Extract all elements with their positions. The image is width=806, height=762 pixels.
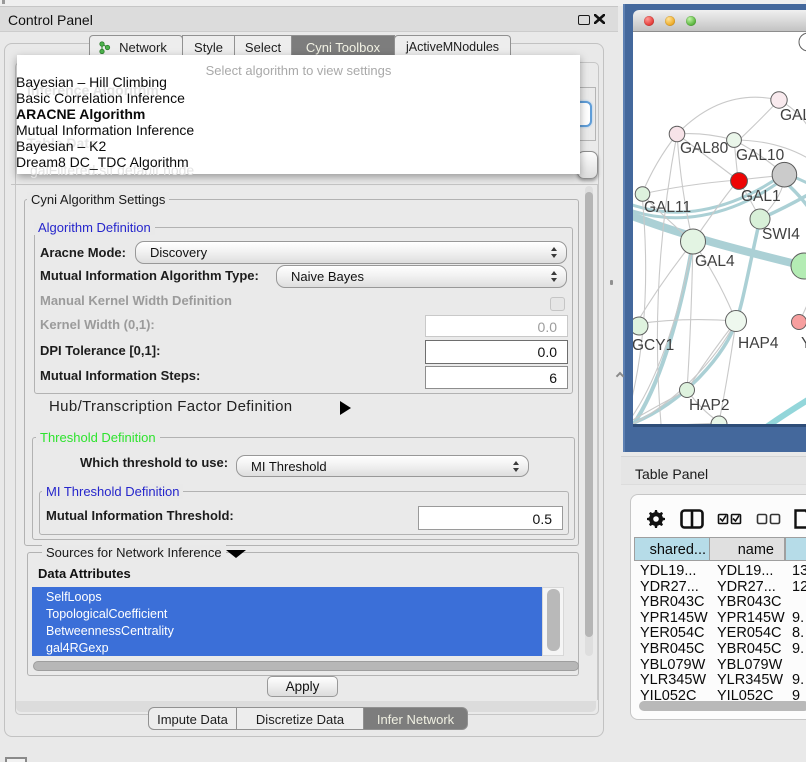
svg-text:GAL1: GAL1: [741, 188, 781, 205]
svg-text:GAL10: GAL10: [736, 147, 785, 164]
svg-text:GAL7: GAL7: [780, 107, 806, 124]
svg-text:GAL4: GAL4: [695, 253, 735, 270]
svg-text:HAP4: HAP4: [738, 335, 779, 352]
svg-text:SWI4: SWI4: [762, 226, 800, 243]
svg-text:GAL11: GAL11: [644, 199, 691, 216]
svg-text:Y: Y: [801, 335, 806, 352]
svg-text:GAL80: GAL80: [680, 140, 729, 157]
svg-text:GCY1: GCY1: [633, 337, 674, 354]
svg-text:HAP2: HAP2: [689, 397, 730, 414]
